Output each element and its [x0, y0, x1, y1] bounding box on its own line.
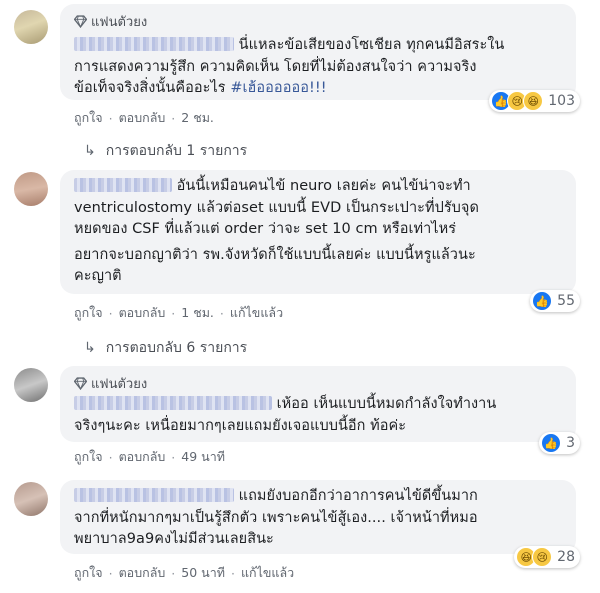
- reply-button[interactable]: ตอบกลับ: [119, 447, 166, 467]
- reply-button[interactable]: ตอบกลับ: [119, 108, 166, 128]
- comment-text: เห้ออ เห็นแบบนี้หมดกำลังใจทำงาน จริงๆนะค…: [74, 396, 497, 434]
- like-icon: 👍: [532, 291, 553, 311]
- timestamp[interactable]: 50 นาที: [181, 563, 225, 583]
- blurred-name[interactable]: [74, 396, 272, 410]
- comment-text: อันนี้เหมือนคนไข้ neuro เลยค่ะ คนไข้น่าจ…: [74, 178, 479, 284]
- like-button[interactable]: ถูกใจ: [74, 303, 103, 323]
- comment-actions: ถูกใจ · ตอบกลับ · 49 นาที: [74, 447, 225, 467]
- haha-icon: 😆: [523, 91, 544, 111]
- reaction-summary[interactable]: 👍 3: [539, 432, 580, 454]
- avatar[interactable]: [14, 172, 48, 206]
- top-fan-badge: แฟนตัวยง: [74, 373, 147, 394]
- badge-label: แฟนตัวยง: [91, 377, 148, 392]
- view-replies-link[interactable]: ↳ การตอบกลับ 6 รายการ: [84, 337, 247, 359]
- timestamp[interactable]: 1 ชม.: [181, 303, 214, 323]
- comment-bubble: แฟนตัวยง เห้ออ เห็นแบบนี้หมดกำลังใจทำงาน…: [60, 366, 580, 454]
- replies-label: การตอบกลับ 1 รายการ: [105, 143, 248, 159]
- reply-arrow-icon: ↳: [84, 340, 96, 356]
- diamond-icon: [74, 15, 87, 28]
- edited-label[interactable]: แก้ไขแล้ว: [230, 303, 283, 323]
- timestamp[interactable]: 49 นาที: [181, 447, 225, 467]
- comment-actions: ถูกใจ · ตอบกลับ · 2 ชม.: [74, 108, 214, 128]
- reaction-count: 55: [557, 293, 575, 309]
- reaction-count: 28: [557, 549, 575, 565]
- diamond-icon: [74, 377, 87, 390]
- like-button[interactable]: ถูกใจ: [74, 108, 103, 128]
- avatar[interactable]: [14, 368, 48, 402]
- blurred-name[interactable]: [74, 37, 234, 51]
- like-button[interactable]: ถูกใจ: [74, 447, 103, 467]
- like-icon: 👍: [541, 433, 562, 453]
- blurred-name[interactable]: [74, 488, 234, 502]
- avatar[interactable]: [14, 482, 48, 516]
- reaction-summary[interactable]: 👍 😢 😆 103: [489, 90, 580, 112]
- reply-arrow-icon: ↳: [84, 143, 96, 159]
- sad-icon: 😢: [532, 547, 553, 567]
- comment-actions: ถูกใจ · ตอบกลับ · 1 ชม. · แก้ไขแล้ว: [74, 303, 283, 323]
- view-replies-link[interactable]: ↳ การตอบกลับ 1 รายการ: [84, 140, 247, 162]
- top-fan-badge: แฟนตัวยง: [74, 11, 147, 32]
- like-button[interactable]: ถูกใจ: [74, 563, 103, 583]
- edited-label[interactable]: แก้ไขแล้ว: [241, 563, 294, 583]
- timestamp[interactable]: 2 ชม.: [181, 108, 214, 128]
- comment-text: แถมยังบอกอีกว่าอาการคนไข้ดีขึ้นมาก จากที…: [74, 488, 478, 547]
- reaction-count: 3: [566, 435, 575, 451]
- avatar[interactable]: [14, 10, 48, 44]
- badge-label: แฟนตัวยง: [91, 15, 148, 30]
- blurred-name[interactable]: [74, 178, 172, 192]
- reaction-summary[interactable]: 😆 😢 28: [514, 546, 580, 568]
- comment-bubble: อันนี้เหมือนคนไข้ neuro เลยค่ะ คนไข้น่าจ…: [60, 170, 580, 312]
- comment-bubble: แฟนตัวยง นี่แหละข้อเสียของโซเชียล ทุกคนม…: [60, 4, 580, 112]
- reaction-count: 103: [548, 93, 575, 109]
- reply-button[interactable]: ตอบกลับ: [119, 303, 166, 323]
- comment-bubble: แถมยังบอกอีกว่าอาการคนไข้ดีขึ้นมาก จากที…: [60, 480, 580, 568]
- reaction-summary[interactable]: 👍 55: [530, 290, 580, 312]
- hashtag-link[interactable]: #เฮ้ออออออ!!!: [230, 80, 326, 96]
- comment-actions: ถูกใจ · ตอบกลับ · 50 นาที · แก้ไขแล้ว: [74, 563, 294, 583]
- reply-button[interactable]: ตอบกลับ: [119, 563, 166, 583]
- replies-label: การตอบกลับ 6 รายการ: [105, 340, 248, 356]
